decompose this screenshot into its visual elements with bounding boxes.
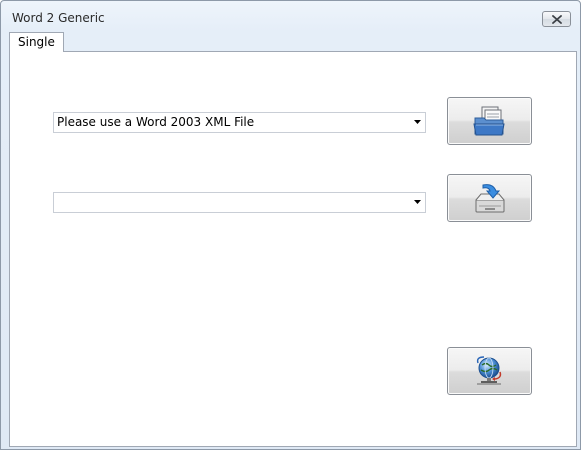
app-window: Word 2 Generic Single Please use a Word … xyxy=(0,0,581,450)
folder-open-icon xyxy=(472,106,505,136)
tab-strip: Single xyxy=(9,32,578,52)
tab-single[interactable]: Single xyxy=(9,32,64,52)
tab-panel-single: Please use a Word 2003 XML File xyxy=(9,51,577,447)
save-file-button[interactable] xyxy=(447,174,532,222)
close-icon xyxy=(551,14,562,24)
window-title: Word 2 Generic xyxy=(12,11,105,25)
open-file-button[interactable] xyxy=(447,97,532,145)
close-button[interactable] xyxy=(542,11,571,27)
input-file-value: Please use a Word 2003 XML File xyxy=(57,115,255,129)
title-bar[interactable]: Word 2 Generic xyxy=(1,1,580,31)
chevron-down-icon xyxy=(414,120,421,124)
save-icon xyxy=(475,184,504,213)
input-file-combo[interactable]: Please use a Word 2003 XML File xyxy=(53,112,426,133)
globe-network-icon xyxy=(476,356,501,385)
convert-button[interactable] xyxy=(447,347,532,395)
output-file-combo[interactable] xyxy=(53,192,426,213)
chevron-down-icon xyxy=(414,200,421,204)
